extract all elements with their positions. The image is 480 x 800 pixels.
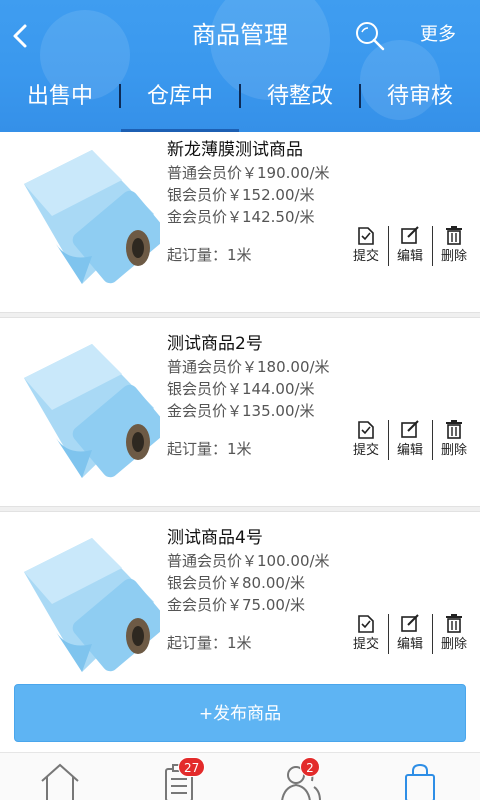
tab-on-sale[interactable]: 出售中 bbox=[10, 70, 110, 132]
product-item[interactable]: 新龙薄膜测试商品 普通会员价￥190.00/米 银会员价￥152.00/米 金会… bbox=[0, 132, 480, 322]
bottom-nav: 27 2 bbox=[0, 752, 480, 800]
action-divider bbox=[432, 226, 433, 266]
submit-icon bbox=[358, 227, 374, 245]
product-name: 新龙薄膜测试商品 bbox=[167, 140, 303, 160]
product-image bbox=[22, 532, 168, 676]
edit-label: 编辑 bbox=[396, 249, 423, 264]
members-badge: 2 bbox=[300, 757, 320, 777]
edit-icon bbox=[401, 420, 419, 438]
orders-badge: 27 bbox=[178, 757, 206, 777]
min-order-qty: 起订量：1米 bbox=[167, 440, 252, 458]
product-image bbox=[22, 338, 168, 482]
trash-icon bbox=[446, 614, 462, 633]
nav-shop[interactable] bbox=[396, 761, 444, 800]
delete-button[interactable]: 删除 bbox=[434, 612, 474, 658]
min-order-qty: 起订量：1米 bbox=[167, 246, 252, 264]
tab-review[interactable]: 待审核 bbox=[361, 70, 479, 132]
delete-label: 删除 bbox=[440, 637, 467, 652]
action-divider bbox=[388, 614, 389, 654]
home-icon bbox=[41, 763, 79, 800]
submit-label: 提交 bbox=[352, 443, 379, 458]
price-normal: 普通会员价￥190.00/米 bbox=[167, 164, 330, 182]
product-name: 测试商品4号 bbox=[167, 528, 263, 548]
delete-label: 删除 bbox=[440, 249, 467, 264]
action-divider bbox=[388, 420, 389, 460]
edit-label: 编辑 bbox=[396, 637, 423, 652]
publish-product-button[interactable]: +发布商品 bbox=[14, 684, 466, 742]
tab-warehouse[interactable]: 仓库中 bbox=[121, 70, 239, 132]
price-gold: 金会员价￥135.00/米 bbox=[167, 402, 315, 420]
edit-label: 编辑 bbox=[396, 443, 423, 458]
shopping-bag-icon bbox=[405, 763, 435, 800]
list-divider bbox=[0, 312, 480, 318]
delete-button[interactable]: 删除 bbox=[434, 224, 474, 270]
action-divider bbox=[432, 614, 433, 654]
product-actions: 提交 编辑 删除 bbox=[346, 612, 474, 658]
trash-icon bbox=[446, 226, 462, 245]
delete-button[interactable]: 删除 bbox=[434, 418, 474, 464]
tab-rectify[interactable]: 待整改 bbox=[241, 70, 359, 132]
submit-button[interactable]: 提交 bbox=[346, 612, 386, 658]
submit-icon bbox=[358, 421, 374, 439]
edit-button[interactable]: 编辑 bbox=[390, 418, 430, 464]
top-bar: 商品管理 更多 bbox=[0, 0, 480, 70]
submit-label: 提交 bbox=[352, 637, 379, 652]
tab-bar: 出售中 仓库中 待整改 待审核 bbox=[0, 70, 480, 132]
product-item[interactable]: 测试商品4号 普通会员价￥100.00/米 银会员价￥80.00/米 金会员价￥… bbox=[0, 520, 480, 710]
search-icon[interactable] bbox=[352, 18, 388, 54]
price-gold: 金会员价￥142.50/米 bbox=[167, 208, 315, 226]
action-divider bbox=[432, 420, 433, 460]
submit-button[interactable]: 提交 bbox=[346, 418, 386, 464]
product-image bbox=[22, 144, 168, 288]
more-button[interactable]: 更多 bbox=[420, 20, 456, 50]
price-normal: 普通会员价￥180.00/米 bbox=[167, 358, 330, 376]
edit-button[interactable]: 编辑 bbox=[390, 224, 430, 270]
product-name: 测试商品2号 bbox=[167, 334, 263, 354]
submit-button[interactable]: 提交 bbox=[346, 224, 386, 270]
product-actions: 提交 编辑 删除 bbox=[346, 418, 474, 464]
price-silver: 银会员价￥144.00/米 bbox=[167, 380, 315, 398]
product-actions: 提交 编辑 删除 bbox=[346, 224, 474, 270]
price-normal: 普通会员价￥100.00/米 bbox=[167, 552, 330, 570]
edit-icon bbox=[401, 226, 419, 244]
price-gold: 金会员价￥75.00/米 bbox=[167, 596, 305, 614]
submit-icon bbox=[358, 615, 374, 633]
header: 商品管理 更多 出售中 仓库中 待整改 待审核 bbox=[0, 0, 480, 132]
submit-label: 提交 bbox=[352, 249, 379, 264]
min-order-qty: 起订量：1米 bbox=[167, 634, 252, 652]
action-divider bbox=[388, 226, 389, 266]
nav-home[interactable] bbox=[36, 761, 84, 800]
product-item[interactable]: 测试商品2号 普通会员价￥180.00/米 银会员价￥144.00/米 金会员价… bbox=[0, 326, 480, 516]
price-silver: 银会员价￥80.00/米 bbox=[167, 574, 305, 592]
page-title: 商品管理 bbox=[192, 21, 288, 49]
price-silver: 银会员价￥152.00/米 bbox=[167, 186, 315, 204]
edit-icon bbox=[401, 614, 419, 632]
trash-icon bbox=[446, 420, 462, 439]
list-divider bbox=[0, 506, 480, 512]
delete-label: 删除 bbox=[440, 443, 467, 458]
edit-button[interactable]: 编辑 bbox=[390, 612, 430, 658]
